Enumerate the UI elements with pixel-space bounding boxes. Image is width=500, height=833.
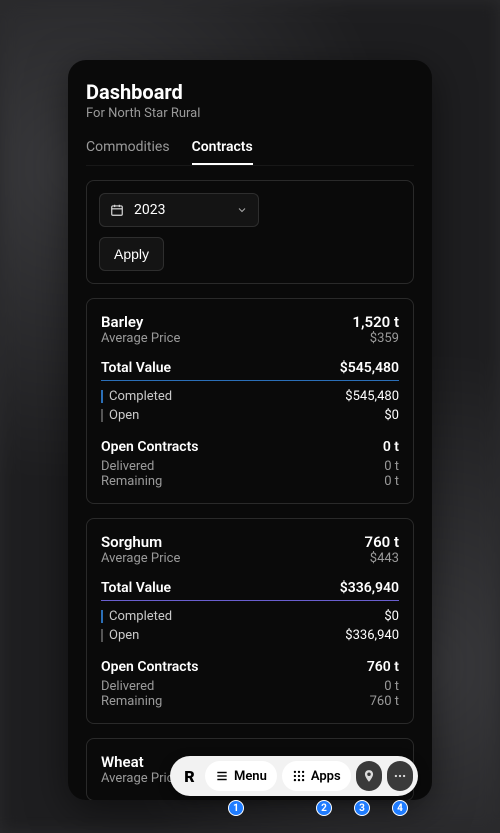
- open-contracts-value: 0 t: [383, 439, 399, 455]
- avg-price-value: $359: [370, 331, 399, 346]
- tabs: Commodities Contracts: [86, 139, 414, 166]
- page-subtitle: For North Star Rural: [86, 106, 414, 121]
- menu-label: Menu: [234, 769, 267, 784]
- tab-contracts[interactable]: Contracts: [192, 139, 253, 165]
- chevron-down-icon: [236, 204, 248, 216]
- remaining-value: 760 t: [370, 694, 399, 709]
- completed-tick-icon: [101, 610, 103, 623]
- commodity-quantity: 760 t: [365, 533, 399, 551]
- tab-commodities[interactable]: Commodities: [86, 139, 170, 165]
- page-title: Dashboard: [86, 80, 414, 104]
- progress-bar: [101, 600, 399, 601]
- open-contracts-label: Open Contracts: [101, 659, 198, 675]
- commodity-quantity: 1,520 t: [352, 313, 399, 331]
- progress-bar: [101, 380, 399, 381]
- step-badge: 4: [392, 800, 408, 816]
- calendar-icon: [110, 203, 124, 217]
- menu-button[interactable]: Menu: [205, 761, 277, 791]
- contract-card: Barley 1,520 t Average Price $359 Total …: [86, 298, 414, 504]
- open-label: Open: [109, 628, 139, 643]
- completed-value: $545,480: [345, 389, 399, 404]
- open-tick-icon: [101, 629, 103, 642]
- completed-tick-icon: [101, 390, 103, 403]
- pin-icon: [362, 769, 376, 783]
- total-value: $545,480: [340, 360, 399, 376]
- open-value: $0: [384, 408, 399, 423]
- menu-icon: [215, 769, 229, 783]
- open-contracts-value: 760 t: [367, 659, 399, 675]
- remaining-value: 0 t: [384, 474, 399, 489]
- apps-button[interactable]: Apps: [282, 761, 351, 791]
- completed-label: Completed: [109, 389, 172, 404]
- year-select[interactable]: 2023: [99, 193, 259, 227]
- open-value: $336,940: [345, 628, 399, 643]
- remaining-label: Remaining: [101, 694, 162, 709]
- total-value-label: Total Value: [101, 580, 171, 596]
- commodity-name: Wheat: [101, 753, 144, 771]
- avg-price-label: Average Price: [101, 551, 180, 566]
- commodity-name: Sorghum: [101, 533, 162, 551]
- step-badge: 1: [228, 800, 244, 816]
- avg-price-label: Average Price: [101, 771, 180, 786]
- filter-panel: 2023 Apply: [86, 180, 414, 284]
- grid-icon: [292, 769, 306, 783]
- location-button[interactable]: [356, 761, 382, 791]
- total-value-label: Total Value: [101, 360, 171, 376]
- total-value: $336,940: [340, 580, 399, 596]
- apply-button[interactable]: Apply: [99, 237, 164, 271]
- open-label: Open: [109, 408, 139, 423]
- remaining-label: Remaining: [101, 474, 162, 489]
- completed-value: $0: [384, 609, 399, 624]
- avg-price-value: $443: [370, 551, 399, 566]
- floating-toolbar: R Menu Apps: [170, 756, 418, 796]
- apps-label: Apps: [311, 769, 341, 784]
- completed-label: Completed: [109, 609, 172, 624]
- delivered-value: 0 t: [384, 679, 399, 694]
- toolbar-logo[interactable]: R: [179, 764, 200, 788]
- step-badge: 3: [354, 800, 370, 816]
- delivered-value: 0 t: [384, 459, 399, 474]
- contract-card: Sorghum 760 t Average Price $443 Total V…: [86, 518, 414, 724]
- avg-price-label: Average Price: [101, 331, 180, 346]
- delivered-label: Delivered: [101, 459, 154, 474]
- step-badge: 2: [316, 800, 332, 816]
- delivered-label: Delivered: [101, 679, 154, 694]
- app-frame: Dashboard For North Star Rural Commoditi…: [68, 60, 432, 800]
- commodity-name: Barley: [101, 313, 143, 331]
- open-tick-icon: [101, 409, 103, 422]
- open-contracts-label: Open Contracts: [101, 439, 198, 455]
- year-value: 2023: [134, 202, 165, 218]
- dots-icon: [393, 769, 407, 783]
- more-button[interactable]: [387, 761, 413, 791]
